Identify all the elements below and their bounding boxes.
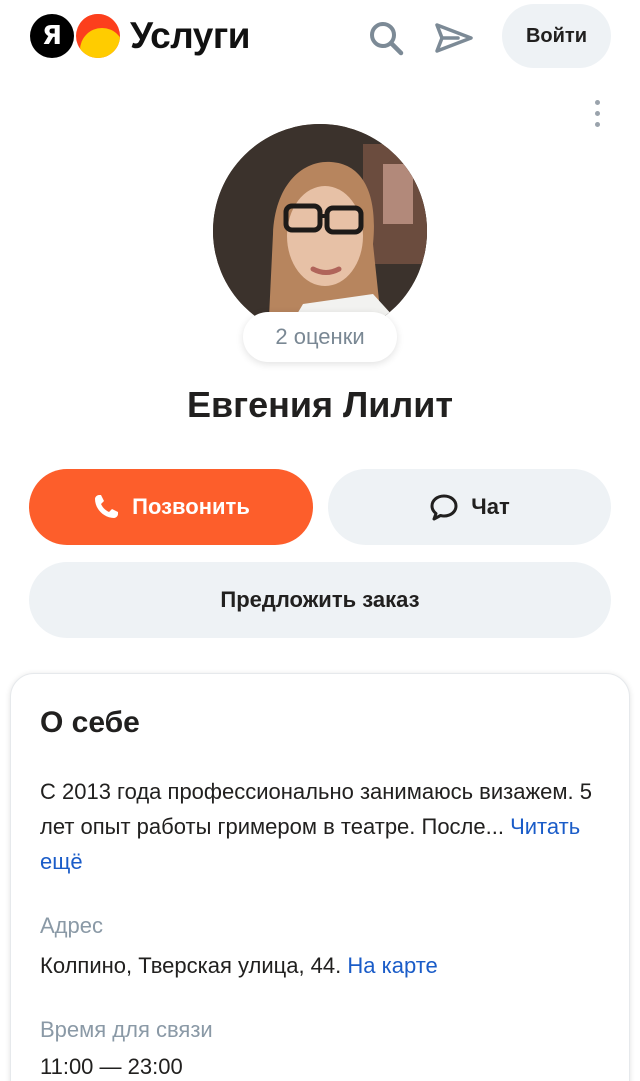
search-icon: [370, 22, 404, 56]
about-card: О себе С 2013 года профессионально заним…: [10, 673, 630, 1081]
chat-button[interactable]: Чат: [328, 469, 611, 545]
more-vertical-icon[interactable]: [584, 96, 610, 130]
yandex-uslugi-logo[interactable]: Я Услуги: [30, 14, 251, 58]
brand-name: Услуги: [130, 15, 251, 56]
chat-button-label: Чат: [471, 494, 510, 519]
header: Я Услуги Войти: [0, 0, 640, 76]
send-icon: [435, 23, 473, 53]
contact-time-value: 11:00 — 23:00: [40, 1054, 183, 1079]
call-button-label: Позвонить: [132, 494, 250, 519]
rating-count-badge[interactable]: 2 оценки: [243, 312, 397, 362]
avatar: [213, 124, 427, 338]
offer-order-button[interactable]: Предложить заказ: [29, 562, 611, 638]
phone-icon: [95, 495, 119, 518]
send-button[interactable]: [432, 16, 476, 60]
search-button[interactable]: [364, 16, 408, 60]
map-link[interactable]: На карте: [347, 953, 437, 978]
contact-time-label: Время для связи: [40, 1017, 213, 1042]
login-button[interactable]: Войти: [502, 4, 611, 68]
address-label: Адрес: [40, 913, 103, 938]
call-button[interactable]: Позвонить: [29, 469, 313, 545]
about-text: С 2013 года профессионально занимаюсь ви…: [40, 774, 600, 879]
avatar-photo: [213, 124, 427, 338]
uslugi-ball-icon: [76, 14, 120, 58]
address-value: Колпино, Тверская улица, 44.: [40, 953, 342, 978]
chat-bubble-icon: [430, 494, 458, 521]
profile-name: Евгения Лилит: [186, 384, 454, 425]
about-title: О себе: [40, 706, 140, 739]
yandex-logo-icon: Я: [30, 14, 74, 58]
address-row: Колпино, Тверская улица, 44. На карте: [40, 953, 438, 979]
